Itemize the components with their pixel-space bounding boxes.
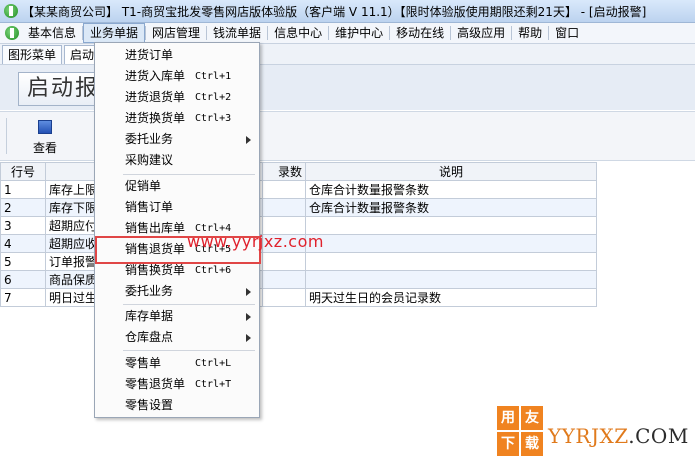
logo-domain: YYRJXZ.COM	[548, 424, 689, 448]
row-count	[262, 270, 306, 289]
row-description: 仓库合计数量报警条数	[305, 180, 597, 199]
row-description	[305, 216, 597, 235]
business-docs-dropdown: 进货订单 进货入库单 Ctrl+1 进货退货单 Ctrl+2 进货换货单 Ctr…	[94, 42, 261, 418]
menu-help[interactable]: 帮助	[512, 23, 548, 43]
menu-item-inventory-docs[interactable]: 库存单据	[95, 306, 259, 327]
menu-item-label: 零售退货单	[125, 377, 186, 391]
table-row[interactable]: 2 库存下限 仓库合计数量报警条数	[0, 198, 597, 217]
menu-item-retail-return[interactable]: 零售退货单 Ctrl+T	[95, 374, 259, 395]
row-number: 1	[0, 180, 46, 199]
menu-item-label: 委托业务	[125, 284, 174, 298]
menu-separator	[123, 304, 255, 305]
menu-item-label: 进货入库单	[125, 69, 186, 83]
logo-char: 用	[497, 406, 519, 430]
row-number: 7	[0, 288, 46, 307]
menu-separator	[123, 350, 255, 351]
column-header-row-no[interactable]: 行号	[0, 162, 46, 181]
app-menu-icon[interactable]	[5, 26, 19, 40]
menu-online-store[interactable]: 网店管理	[146, 23, 206, 43]
row-count	[262, 180, 306, 199]
column-header-count[interactable]: 录数	[262, 162, 306, 181]
table-row[interactable]: 6 商品保质	[0, 270, 597, 289]
menu-item-label: 进货换货单	[125, 111, 186, 125]
menu-item-consignment[interactable]: 委托业务	[95, 129, 259, 150]
table-row[interactable]: 5 订单报警	[0, 252, 597, 271]
tab-graphic-menu[interactable]: 图形菜单	[2, 45, 63, 64]
menu-item-label: 仓库盘点	[125, 330, 174, 344]
menu-item-stocktake[interactable]: 仓库盘点	[95, 327, 259, 348]
menu-item-shortcut: Ctrl+2	[195, 92, 232, 103]
view-icon	[38, 120, 52, 134]
menu-basic-info[interactable]: 基本信息	[22, 23, 82, 43]
menu-item-label: 零售设置	[125, 398, 174, 412]
title-bar: 【某某商贸公司】 T1-商贸宝批发零售网店版体验版（客户端 V 11.1）【限时…	[0, 0, 695, 23]
view-button-label: 查看	[32, 141, 57, 155]
submenu-arrow-icon	[246, 136, 251, 144]
row-count	[262, 288, 306, 307]
menu-item-promotion[interactable]: 促销单	[95, 176, 259, 197]
row-description	[305, 234, 597, 253]
logo-domain-name: YYRJXZ	[548, 424, 629, 448]
logo-char: 下	[497, 432, 519, 456]
row-count	[262, 198, 306, 217]
menu-business-docs[interactable]: 业务单据	[83, 23, 146, 43]
row-description: 仓库合计数量报警条数	[305, 198, 597, 217]
row-number: 2	[0, 198, 46, 217]
menu-item-purchase-order[interactable]: 进货订单	[95, 45, 259, 66]
row-count	[262, 252, 306, 271]
menu-maintenance[interactable]: 维护中心	[329, 23, 389, 43]
submenu-arrow-icon	[246, 288, 251, 296]
submenu-arrow-icon	[246, 334, 251, 342]
menu-info-center[interactable]: 信息中心	[268, 23, 328, 43]
column-header-description[interactable]: 说明	[305, 162, 597, 181]
menu-item-purchase-suggestion[interactable]: 采购建议	[95, 150, 259, 171]
menu-item-label: 库存单据	[125, 309, 174, 323]
row-number: 3	[0, 216, 46, 235]
menu-item-shortcut: Ctrl+3	[195, 113, 232, 124]
menu-item-retail[interactable]: 零售单 Ctrl+L	[95, 353, 259, 374]
submenu-arrow-icon	[246, 313, 251, 321]
menu-item-label: 促销单	[125, 179, 162, 193]
menu-item-consignment-2[interactable]: 委托业务	[95, 281, 259, 302]
table-row[interactable]: 7 明日过生 明天过生日的会员记录数	[0, 288, 597, 307]
row-number: 4	[0, 234, 46, 253]
watermark-url: www.yyrjxz.com	[187, 232, 324, 251]
logo-char: 载	[521, 432, 543, 456]
row-description	[305, 252, 597, 271]
menu-item-retail-settings[interactable]: 零售设置	[95, 395, 259, 416]
logo-domain-tld: .COM	[628, 424, 689, 448]
toolbar-grip	[6, 118, 7, 154]
menu-cash-docs[interactable]: 钱流单据	[207, 23, 267, 43]
menu-item-label: 采购建议	[125, 153, 174, 167]
table-row[interactable]: 1 库存上限 仓库合计数量报警条数	[0, 180, 597, 199]
menu-bar: 基本信息 业务单据 网店管理 钱流单据 信息中心 维护中心 移动在线 高级应用 …	[0, 23, 695, 44]
menu-item-purchase-receipt[interactable]: 进货入库单 Ctrl+1	[95, 66, 259, 87]
menu-item-label: 进货退货单	[125, 90, 186, 104]
window-title: 【某某商贸公司】 T1-商贸宝批发零售网店版体验版（客户端 V 11.1）【限时…	[22, 4, 647, 19]
menu-mobile-online[interactable]: 移动在线	[390, 23, 450, 43]
row-number: 5	[0, 252, 46, 271]
menu-advanced[interactable]: 高级应用	[451, 23, 511, 43]
menu-item-shortcut: Ctrl+L	[195, 358, 232, 369]
menu-item-label: 零售单	[125, 356, 162, 370]
menu-item-label: 委托业务	[125, 132, 174, 146]
grid-header-row: 行号 录数 说明	[0, 162, 597, 181]
menu-item-shortcut: Ctrl+T	[195, 379, 232, 390]
view-button[interactable]: 查看	[20, 120, 70, 158]
row-number: 6	[0, 270, 46, 289]
menu-item-label: 销售订单	[125, 200, 174, 214]
logo-char: 友	[521, 406, 543, 430]
menu-item-shortcut: Ctrl+1	[195, 71, 232, 82]
menu-item-sales-order[interactable]: 销售订单	[95, 197, 259, 218]
logo: 用 友 下 载	[497, 404, 545, 460]
menu-item-purchase-exchange[interactable]: 进货换货单 Ctrl+3	[95, 108, 259, 129]
row-description: 明天过生日的会员记录数	[305, 288, 597, 307]
menu-window[interactable]: 窗口	[549, 23, 585, 43]
menu-item-label: 进货订单	[125, 48, 174, 62]
menu-separator	[123, 174, 255, 175]
app-icon	[4, 4, 18, 18]
row-description	[305, 270, 597, 289]
menu-item-purchase-return[interactable]: 进货退货单 Ctrl+2	[95, 87, 259, 108]
